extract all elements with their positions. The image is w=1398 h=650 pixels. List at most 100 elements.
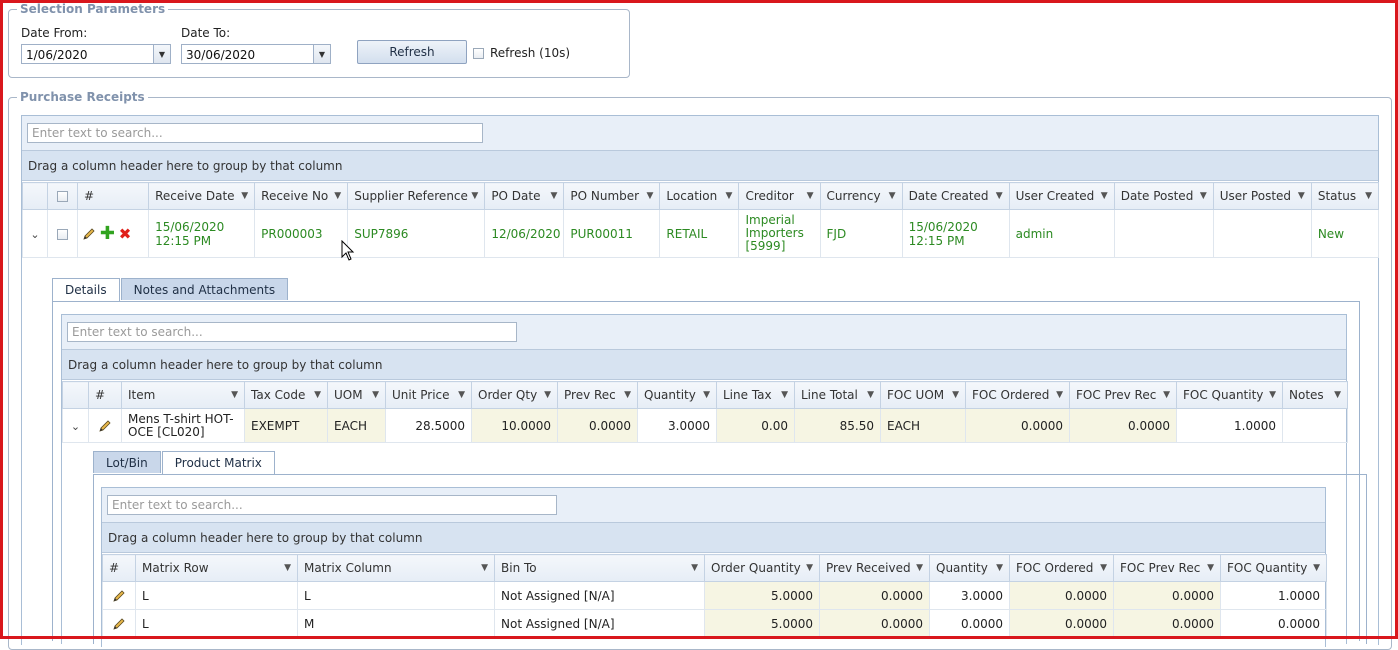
table-row[interactable]: L M Not Assigned [N/A] 5.0000 0.0000 0.0… bbox=[102, 609, 1327, 638]
column-header-matrix-column[interactable]: Matrix Column ▼ bbox=[297, 554, 495, 582]
column-header-date-created[interactable]: Date Created ▼ bbox=[901, 182, 1010, 210]
filter-icon[interactable]: ▼ bbox=[916, 563, 923, 573]
close-icon[interactable]: ✖ bbox=[119, 226, 132, 241]
column-header-supplier-reference[interactable]: Supplier Reference ▼ bbox=[347, 182, 486, 210]
filter-icon[interactable]: ▼ bbox=[647, 191, 654, 201]
filter-icon[interactable]: ▼ bbox=[781, 390, 788, 400]
filter-icon[interactable]: ▼ bbox=[544, 390, 551, 400]
cell-foc-ordered[interactable]: 0.0000 bbox=[1009, 609, 1114, 638]
column-header-foc-quantity[interactable]: FOC Quantity ▼ bbox=[1176, 381, 1283, 409]
column-header-matrix-row[interactable]: Matrix Row ▼ bbox=[135, 554, 298, 582]
cell-order-quantity[interactable]: 5.0000 bbox=[704, 581, 820, 610]
column-header-bin-to[interactable]: Bin To ▼ bbox=[494, 554, 705, 582]
cell-foc-ordered[interactable]: 0.0000 bbox=[965, 408, 1070, 443]
filter-icon[interactable]: ▼ bbox=[691, 563, 698, 573]
column-header-index[interactable]: # bbox=[77, 182, 150, 210]
filter-icon[interactable]: ▼ bbox=[471, 191, 478, 201]
cell-foc-quantity[interactable]: 0.0000 bbox=[1220, 609, 1327, 638]
date-to-input[interactable] bbox=[182, 45, 318, 65]
chevron-down-icon[interactable]: ⌄ bbox=[71, 420, 80, 433]
filter-icon[interactable]: ▼ bbox=[241, 191, 248, 201]
filter-icon[interactable]: ▼ bbox=[889, 191, 896, 201]
column-header-line-tax[interactable]: Line Tax ▼ bbox=[716, 381, 795, 409]
filter-icon[interactable]: ▼ bbox=[1100, 563, 1107, 573]
cell-foc-ordered[interactable]: 0.0000 bbox=[1009, 581, 1114, 610]
chevron-down-icon[interactable]: ▼ bbox=[313, 45, 330, 63]
pencil-icon[interactable] bbox=[112, 617, 126, 631]
matrix-search-input[interactable] bbox=[107, 495, 557, 515]
auto-refresh-checkbox[interactable] bbox=[473, 46, 484, 60]
cell-quantity[interactable]: 3.0000 bbox=[929, 581, 1010, 610]
filter-icon[interactable]: ▼ bbox=[1298, 191, 1305, 201]
column-header-unit-price[interactable]: Unit Price ▼ bbox=[385, 381, 472, 409]
filter-icon[interactable]: ▼ bbox=[458, 390, 465, 400]
filter-icon[interactable]: ▼ bbox=[806, 563, 813, 573]
filter-icon[interactable]: ▼ bbox=[481, 563, 488, 573]
cell-notes[interactable] bbox=[1282, 408, 1348, 443]
receipts-search-input[interactable] bbox=[27, 123, 483, 143]
cell-prev-rec[interactable]: 0.0000 bbox=[557, 408, 638, 443]
date-from-input[interactable] bbox=[22, 45, 158, 65]
column-header-foc-prev-rec[interactable]: FOC Prev Rec ▼ bbox=[1113, 554, 1221, 582]
table-row[interactable]: L L Not Assigned [N/A] 5.0000 0.0000 3.0… bbox=[102, 581, 1327, 610]
chevron-down-icon[interactable]: ▼ bbox=[153, 45, 170, 63]
cell-prev-received[interactable]: 0.0000 bbox=[819, 581, 930, 610]
column-header-po-date[interactable]: PO Date ▼ bbox=[484, 182, 565, 210]
filter-icon[interactable]: ▼ bbox=[550, 191, 557, 201]
column-header-status[interactable]: Status ▼ bbox=[1310, 182, 1380, 210]
filter-icon[interactable]: ▼ bbox=[1365, 191, 1372, 201]
table-row[interactable]: ⌄ ✚ ✖ 15/06/2020 12:15 PM PR000003 SUP789… bbox=[21, 209, 1380, 258]
cell-uom[interactable]: EACH bbox=[327, 408, 386, 443]
filter-icon[interactable]: ▼ bbox=[372, 390, 379, 400]
plus-icon[interactable]: ✚ bbox=[100, 224, 115, 242]
filter-icon[interactable]: ▼ bbox=[996, 191, 1003, 201]
column-header-foc-uom[interactable]: FOC UOM ▼ bbox=[880, 381, 966, 409]
filter-icon[interactable]: ▼ bbox=[1163, 390, 1170, 400]
cell-order-quantity[interactable]: 5.0000 bbox=[704, 609, 820, 638]
refresh-button[interactable]: Refresh bbox=[357, 40, 467, 64]
row-expand-toggle[interactable]: ⌄ bbox=[62, 408, 89, 443]
tab-lot-bin[interactable]: Lot/Bin bbox=[93, 451, 161, 473]
cell-foc-prev-rec[interactable]: 0.0000 bbox=[1113, 581, 1221, 610]
column-header-index[interactable]: # bbox=[88, 381, 122, 409]
date-from-combo[interactable]: ▼ bbox=[21, 44, 171, 65]
cell-foc-quantity[interactable]: 1.0000 bbox=[1220, 581, 1327, 610]
filter-icon[interactable]: ▼ bbox=[1200, 191, 1207, 201]
pencil-icon[interactable] bbox=[112, 589, 126, 603]
details-search-input[interactable] bbox=[67, 322, 517, 342]
tab-notes-and-attachments[interactable]: Notes and Attachments bbox=[120, 278, 289, 300]
column-header-po-number[interactable]: PO Number ▼ bbox=[563, 182, 661, 210]
column-header-receive-no[interactable]: Receive No ▼ bbox=[254, 182, 349, 210]
filter-icon[interactable]: ▼ bbox=[1056, 390, 1063, 400]
cell-line-tax[interactable]: 0.00 bbox=[716, 408, 795, 443]
cell-tax-code[interactable]: EXEMPT bbox=[244, 408, 328, 443]
cell-bin-to[interactable]: Not Assigned [N/A] bbox=[494, 609, 705, 638]
column-header-user-posted[interactable]: User Posted ▼ bbox=[1212, 182, 1312, 210]
column-header-line-total[interactable]: Line Total ▼ bbox=[794, 381, 881, 409]
cell-bin-to[interactable]: Not Assigned [N/A] bbox=[494, 581, 705, 610]
column-header-receive-date[interactable]: Receive Date ▼ bbox=[148, 182, 256, 210]
column-header-date-posted[interactable]: Date Posted ▼ bbox=[1113, 182, 1214, 210]
cell-foc-quantity[interactable]: 1.0000 bbox=[1176, 408, 1283, 443]
filter-icon[interactable]: ▼ bbox=[1269, 390, 1276, 400]
cell-foc-prev-rec[interactable]: 0.0000 bbox=[1113, 609, 1221, 638]
column-header-tax-code[interactable]: Tax Code ▼ bbox=[244, 381, 328, 409]
cell-quantity[interactable]: 0.0000 bbox=[929, 609, 1010, 638]
pencil-icon[interactable] bbox=[98, 419, 112, 433]
filter-icon[interactable]: ▼ bbox=[314, 390, 321, 400]
date-to-combo[interactable]: ▼ bbox=[181, 44, 331, 65]
filter-icon[interactable]: ▼ bbox=[231, 390, 238, 400]
column-header-user-created[interactable]: User Created ▼ bbox=[1008, 182, 1115, 210]
row-expand-toggle[interactable]: ⌄ bbox=[21, 209, 49, 258]
column-header-quantity[interactable]: Quantity ▼ bbox=[929, 554, 1010, 582]
filter-icon[interactable]: ▼ bbox=[952, 390, 959, 400]
column-header-location[interactable]: Location ▼ bbox=[659, 182, 740, 210]
cell-prev-received[interactable]: 0.0000 bbox=[819, 609, 930, 638]
filter-icon[interactable]: ▼ bbox=[1313, 563, 1320, 573]
filter-icon[interactable]: ▼ bbox=[726, 191, 733, 201]
filter-icon[interactable]: ▼ bbox=[1334, 390, 1341, 400]
column-header-uom[interactable]: UOM ▼ bbox=[327, 381, 386, 409]
cell-quantity[interactable]: 3.0000 bbox=[637, 408, 717, 443]
cell-foc-prev-rec[interactable]: 0.0000 bbox=[1069, 408, 1177, 443]
column-header-foc-ordered[interactable]: FOC Ordered ▼ bbox=[965, 381, 1070, 409]
